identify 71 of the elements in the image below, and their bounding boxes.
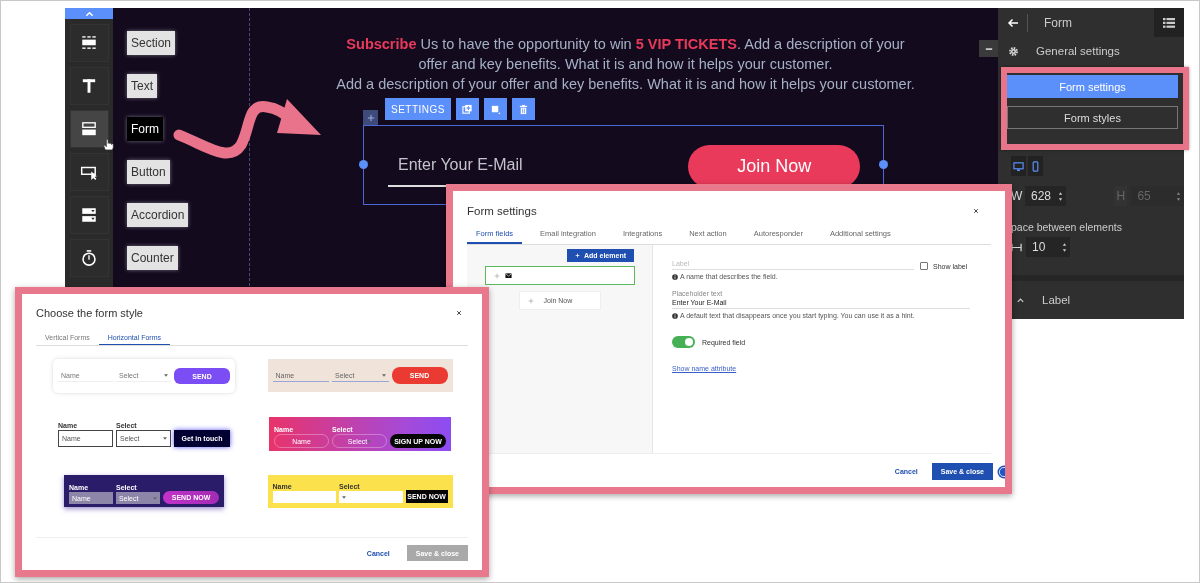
caret-icon bbox=[153, 496, 157, 500]
tool-label[interactable]: Section bbox=[127, 31, 176, 55]
tool-button[interactable] bbox=[69, 153, 109, 191]
tool-button[interactable] bbox=[69, 196, 109, 234]
width-field[interactable]: 628 bbox=[1025, 186, 1067, 206]
preview-field bbox=[272, 491, 336, 503]
move-icon bbox=[493, 272, 500, 279]
phone-icon bbox=[1030, 160, 1041, 172]
section-icon bbox=[80, 34, 98, 52]
spinner-icon bbox=[1058, 190, 1064, 202]
settings-icon bbox=[1008, 45, 1019, 57]
required-toggle[interactable] bbox=[672, 336, 695, 348]
caret-icon bbox=[164, 374, 168, 377]
back-arrow-icon bbox=[1007, 17, 1019, 28]
tool-button[interactable] bbox=[69, 239, 109, 277]
caret-icon bbox=[1016, 297, 1025, 303]
spacing-label: pace between elements bbox=[1010, 220, 1123, 233]
show-label-checkbox[interactable] bbox=[920, 262, 928, 270]
form-icon bbox=[80, 120, 98, 138]
square-icon bbox=[490, 103, 501, 115]
close-icon[interactable] bbox=[973, 208, 979, 214]
move-handle[interactable] bbox=[363, 110, 378, 125]
tool-label[interactable]: Accordion bbox=[127, 203, 189, 227]
tool-label[interactable]: Button bbox=[127, 160, 170, 184]
tool-label[interactable]: Counter bbox=[127, 246, 178, 270]
spacing-icon bbox=[1011, 241, 1022, 253]
layer-button[interactable] bbox=[484, 98, 507, 120]
caret-icon bbox=[84, 10, 94, 17]
accordion-icon bbox=[80, 206, 98, 224]
caret-icon bbox=[367, 439, 372, 443]
resize-handle[interactable] bbox=[879, 160, 888, 169]
caret-icon bbox=[381, 373, 386, 377]
delete-button[interactable] bbox=[512, 98, 535, 120]
move-icon bbox=[527, 297, 534, 304]
list-view-button[interactable] bbox=[1154, 8, 1184, 37]
monitor-icon bbox=[1013, 160, 1024, 172]
close-icon[interactable] bbox=[456, 310, 462, 316]
dialog-title: Choose the form style bbox=[36, 307, 143, 319]
panel-title: Form bbox=[1044, 15, 1073, 30]
dialog-title: Form settings bbox=[467, 205, 537, 217]
panel-tab-button[interactable]: Form styles bbox=[1007, 106, 1178, 129]
text-tool-icon bbox=[80, 77, 98, 95]
tool-button[interactable] bbox=[69, 110, 109, 148]
spinner-icon bbox=[1176, 190, 1181, 202]
back-button[interactable] bbox=[1007, 13, 1028, 32]
tool-label[interactable]: Form bbox=[127, 117, 163, 141]
duplicate-icon bbox=[462, 103, 473, 115]
headline-text: Add a description of your offer and key benefits. What it is and how it helps your customer. bbox=[336, 75, 915, 94]
info-icon bbox=[672, 273, 678, 280]
tool-label[interactable]: Text bbox=[127, 74, 157, 98]
caret-icon bbox=[163, 437, 167, 440]
mobile-viewport-button[interactable] bbox=[1028, 156, 1043, 176]
email-field-item[interactable] bbox=[484, 266, 635, 285]
plus-icon bbox=[575, 253, 580, 258]
section-heading: General settings bbox=[1036, 45, 1120, 57]
resize-handle[interactable] bbox=[359, 160, 368, 169]
spinner-icon bbox=[1062, 241, 1067, 253]
caret-icon bbox=[342, 495, 346, 499]
move-icon bbox=[366, 113, 375, 122]
desktop-viewport-button[interactable] bbox=[1011, 156, 1026, 176]
tool-button[interactable] bbox=[69, 24, 109, 62]
trash-icon bbox=[518, 103, 529, 115]
info-icon bbox=[672, 312, 678, 319]
spacing-field[interactable]: 10 bbox=[1026, 237, 1070, 257]
envelope-icon bbox=[504, 272, 512, 279]
headline-text: Subscribe Us to have the opportunity to win 5 VIP TICKETS. Add a description of your offer and key benefits. What it is and how it helps your customer. bbox=[345, 35, 906, 74]
collapse-button[interactable] bbox=[979, 40, 998, 57]
duplicate-button[interactable] bbox=[456, 98, 479, 120]
tool-button[interactable] bbox=[69, 67, 109, 105]
list-icon bbox=[1163, 17, 1175, 28]
stopwatch-icon bbox=[80, 249, 98, 267]
